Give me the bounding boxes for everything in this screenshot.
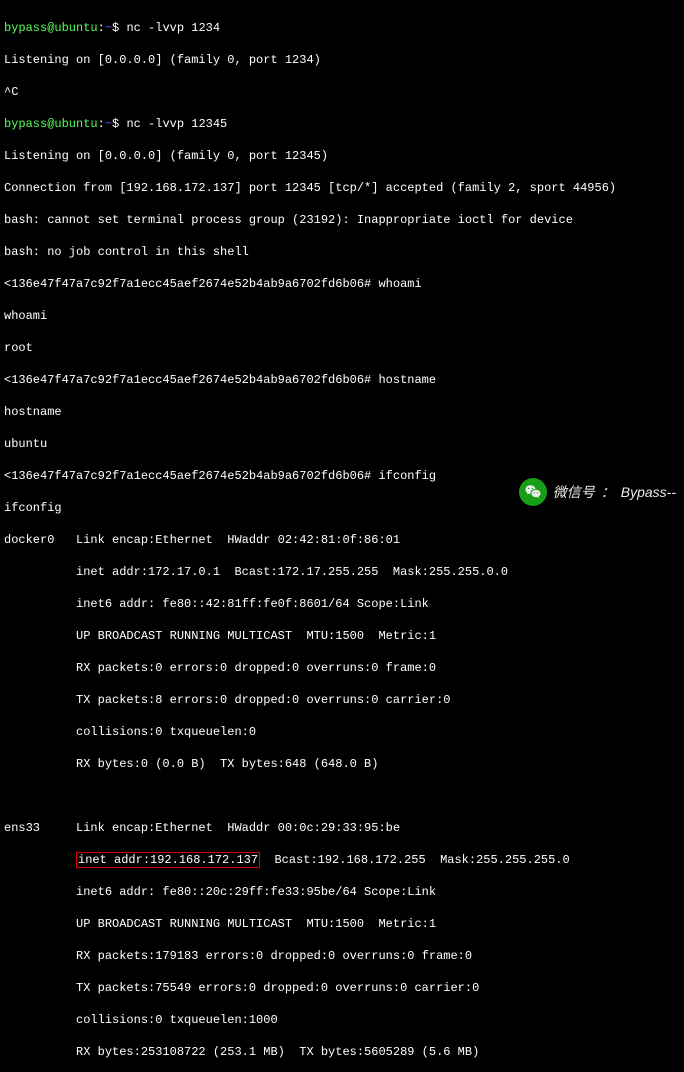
shell-prompt: <136e47f47a7c92f7a1ecc45aef2674e52b4ab9a… [4,277,371,291]
term-line: RX bytes:0 (0.0 B) TX bytes:648 (648.0 B… [4,756,680,772]
term-line: RX bytes:253108722 (253.1 MB) TX bytes:5… [4,1044,680,1060]
term-line: <136e47f47a7c92f7a1ecc45aef2674e52b4ab9a… [4,276,680,292]
term-line: inet6 addr: fe80::42:81ff:fe0f:8601/64 S… [4,596,680,612]
prompt-colon: : [98,117,105,131]
highlighted-ip: inet addr:192.168.172.137 [76,852,260,868]
prompt-cwd: ~ [105,21,112,35]
term-line: inet addr:172.17.0.1 Bcast:172.17.255.25… [4,564,680,580]
cmd-text: nc -lvvp 1234 [126,21,220,35]
term-line: root [4,340,680,356]
term-line: TX packets:75549 errors:0 dropped:0 over… [4,980,680,996]
shell-prompt: <136e47f47a7c92f7a1ecc45aef2674e52b4ab9a… [4,373,371,387]
term-line: bash: no job control in this shell [4,244,680,260]
term-line: UP BROADCAST RUNNING MULTICAST MTU:1500 … [4,628,680,644]
cmd-text: hostname [378,373,436,387]
term-line: Connection from [192.168.172.137] port 1… [4,180,680,196]
prompt-sep: $ [112,21,126,35]
prompt-user: bypass@ubuntu [4,21,98,35]
term-line: collisions:0 txqueuelen:1000 [4,1012,680,1028]
term-line: UP BROADCAST RUNNING MULTICAST MTU:1500 … [4,916,680,932]
shell-prompt: <136e47f47a7c92f7a1ecc45aef2674e52b4ab9a… [4,469,371,483]
term-line: RX packets:0 errors:0 dropped:0 overruns… [4,660,680,676]
term-line: bypass@ubuntu:~$ nc -lvvp 1234 [4,20,680,36]
term-line: docker0 Link encap:Ethernet HWaddr 02:42… [4,532,680,548]
term-line: <136e47f47a7c92f7a1ecc45aef2674e52b4ab9a… [4,372,680,388]
term-line: bash: cannot set terminal process group … [4,212,680,228]
term-line: collisions:0 txqueuelen:0 [4,724,680,740]
prompt-colon: : [98,21,105,35]
term-line: RX packets:179183 errors:0 dropped:0 ove… [4,948,680,964]
term-line: ens33 Link encap:Ethernet HWaddr 00:0c:2… [4,820,680,836]
prompt-cwd: ~ [105,117,112,131]
term-line: <136e47f47a7c92f7a1ecc45aef2674e52b4ab9a… [4,468,680,484]
cmd-text: whoami [378,277,421,291]
term-line: ubuntu [4,436,680,452]
term-line: whoami [4,308,680,324]
term-line: inet6 addr: fe80::20c:29ff:fe33:95be/64 … [4,884,680,900]
term-line: ^C [4,84,680,100]
indent [4,853,76,867]
term-line: hostname [4,404,680,420]
cmd-text: ifconfig [378,469,436,483]
ip-line-rest: Bcast:192.168.172.255 Mask:255.255.255.0 [260,853,570,867]
prompt-sep: $ [112,117,126,131]
term-line [4,788,680,804]
term-line: ifconfig [4,500,680,516]
term-line: Listening on [0.0.0.0] (family 0, port 1… [4,52,680,68]
terminal[interactable]: bypass@ubuntu:~$ nc -lvvp 1234 Listening… [0,0,684,1072]
term-line: inet addr:192.168.172.137 Bcast:192.168.… [4,852,680,868]
prompt-user: bypass@ubuntu [4,117,98,131]
term-line: TX packets:8 errors:0 dropped:0 overruns… [4,692,680,708]
term-line: Listening on [0.0.0.0] (family 0, port 1… [4,148,680,164]
cmd-text: nc -lvvp 12345 [126,117,227,131]
term-line: bypass@ubuntu:~$ nc -lvvp 12345 [4,116,680,132]
